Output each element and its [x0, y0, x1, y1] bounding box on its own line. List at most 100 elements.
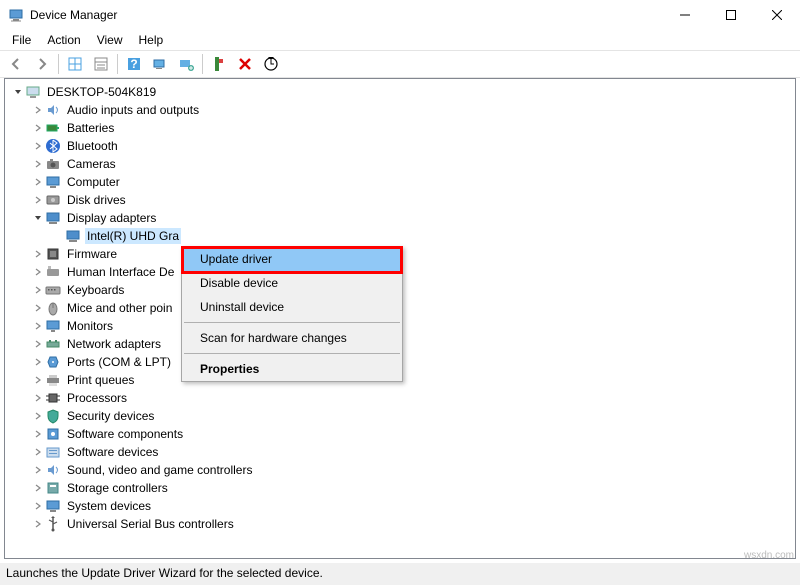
tree-node-label: Storage controllers: [65, 480, 170, 496]
sound-icon: [45, 462, 61, 478]
chevron-right-icon[interactable]: [31, 283, 45, 297]
bluetooth-icon: [45, 138, 61, 154]
software-device-icon: [45, 444, 61, 460]
tree-node-label: Print queues: [65, 372, 136, 388]
context-menu-scan-hardware[interactable]: Scan for hardware changes: [182, 326, 402, 350]
menu-file[interactable]: File: [4, 31, 39, 49]
mouse-icon: [45, 300, 61, 316]
tree-node-label: Monitors: [65, 318, 115, 334]
chevron-right-icon[interactable]: [31, 373, 45, 387]
context-menu-update-driver[interactable]: Update driver: [182, 247, 402, 271]
tree-node-label: DESKTOP-504K819: [45, 84, 158, 100]
context-menu-disable-device[interactable]: Disable device: [182, 271, 402, 295]
chevron-down-icon[interactable]: [31, 211, 45, 225]
tree-category[interactable]: Computer: [9, 173, 795, 191]
chevron-right-icon[interactable]: [31, 301, 45, 315]
tree-category[interactable]: Sound, video and game controllers: [9, 461, 795, 479]
toolbar-separator: [58, 54, 59, 74]
tree-node-label: Computer: [65, 174, 122, 190]
tree-category[interactable]: Software components: [9, 425, 795, 443]
chevron-right-icon[interactable]: [31, 265, 45, 279]
computer-icon: [25, 84, 41, 100]
chevron-right-icon[interactable]: [31, 463, 45, 477]
usb-icon: [45, 516, 61, 532]
tree-node-label: Software devices: [65, 444, 160, 460]
help-button[interactable]: ?: [122, 52, 146, 76]
toolbar: ?: [0, 50, 800, 78]
tree-node-label: Network adapters: [65, 336, 163, 352]
tree-node-label: Security devices: [65, 408, 156, 424]
properties-button[interactable]: [89, 52, 113, 76]
tree-category[interactable]: Storage controllers: [9, 479, 795, 497]
hid-icon: [45, 264, 61, 280]
context-menu: Update driver Disable device Uninstall d…: [181, 246, 403, 382]
chevron-down-icon[interactable]: [11, 85, 25, 99]
context-menu-properties[interactable]: Properties: [182, 357, 402, 381]
chevron-right-icon[interactable]: [31, 319, 45, 333]
tree-node-label: System devices: [65, 498, 153, 514]
processor-icon: [45, 390, 61, 406]
uninstall-button[interactable]: [233, 52, 257, 76]
tree-node-label: Audio inputs and outputs: [65, 102, 201, 118]
chevron-right-icon[interactable]: [31, 445, 45, 459]
battery-icon: [45, 120, 61, 136]
chevron-right-icon[interactable]: [31, 409, 45, 423]
chevron-right-icon[interactable]: [31, 427, 45, 441]
tree-root-node[interactable]: DESKTOP-504K819: [9, 83, 795, 101]
chevron-right-icon[interactable]: [31, 481, 45, 495]
chevron-right-icon[interactable]: [31, 139, 45, 153]
tree-category[interactable]: Batteries: [9, 119, 795, 137]
tree-node-label: Human Interface De: [65, 264, 176, 280]
menu-help[interactable]: Help: [131, 31, 172, 49]
show-hidden-button[interactable]: [63, 52, 87, 76]
scan-button[interactable]: [148, 52, 172, 76]
software-component-icon: [45, 426, 61, 442]
window-controls: [662, 0, 800, 30]
tree-category[interactable]: System devices: [9, 497, 795, 515]
tree-device-selected[interactable]: Intel(R) UHD Gra: [9, 227, 795, 245]
tree-category[interactable]: Display adapters: [9, 209, 795, 227]
tree-category[interactable]: Processors: [9, 389, 795, 407]
forward-button[interactable]: [30, 52, 54, 76]
tree-category[interactable]: Audio inputs and outputs: [9, 101, 795, 119]
tree-category[interactable]: Cameras: [9, 155, 795, 173]
tree-node-label: Firmware: [65, 246, 119, 262]
chevron-right-icon[interactable]: [31, 355, 45, 369]
chevron-right-icon[interactable]: [31, 121, 45, 135]
context-menu-uninstall-device[interactable]: Uninstall device: [182, 295, 402, 319]
chevron-right-icon[interactable]: [31, 103, 45, 117]
chevron-right-icon[interactable]: [31, 193, 45, 207]
tree-category[interactable]: Disk drives: [9, 191, 795, 209]
enable-button[interactable]: [207, 52, 231, 76]
disk-icon: [45, 192, 61, 208]
chevron-right-icon[interactable]: [31, 157, 45, 171]
update-driver-button[interactable]: [174, 52, 198, 76]
maximize-button[interactable]: [708, 0, 754, 30]
tree-category[interactable]: Universal Serial Bus controllers: [9, 515, 795, 533]
chevron-right-icon[interactable]: [31, 247, 45, 261]
status-bar: Launches the Update Driver Wizard for th…: [0, 563, 800, 585]
minimize-button[interactable]: [662, 0, 708, 30]
keyboard-icon: [45, 282, 61, 298]
tree-category[interactable]: Software devices: [9, 443, 795, 461]
back-button[interactable]: [4, 52, 28, 76]
tree-category[interactable]: Security devices: [9, 407, 795, 425]
chevron-right-icon[interactable]: [31, 499, 45, 513]
close-button[interactable]: [754, 0, 800, 30]
tree-node-label: Disk drives: [65, 192, 128, 208]
monitor-icon: [45, 318, 61, 334]
storage-controller-icon: [45, 480, 61, 496]
tree-category[interactable]: Bluetooth: [9, 137, 795, 155]
chevron-right-icon[interactable]: [31, 517, 45, 531]
menu-view[interactable]: View: [89, 31, 131, 49]
firmware-icon: [45, 246, 61, 262]
context-menu-separator: [184, 353, 400, 354]
chevron-right-icon[interactable]: [31, 175, 45, 189]
system-device-icon: [45, 498, 61, 514]
chevron-right-icon[interactable]: [31, 391, 45, 405]
menu-action[interactable]: Action: [39, 31, 88, 49]
chevron-right-icon[interactable]: [31, 337, 45, 351]
scan-hardware-button[interactable]: [259, 52, 283, 76]
tree-node-label: Display adapters: [65, 210, 158, 226]
tree-node-label: Mice and other poin: [65, 300, 174, 316]
